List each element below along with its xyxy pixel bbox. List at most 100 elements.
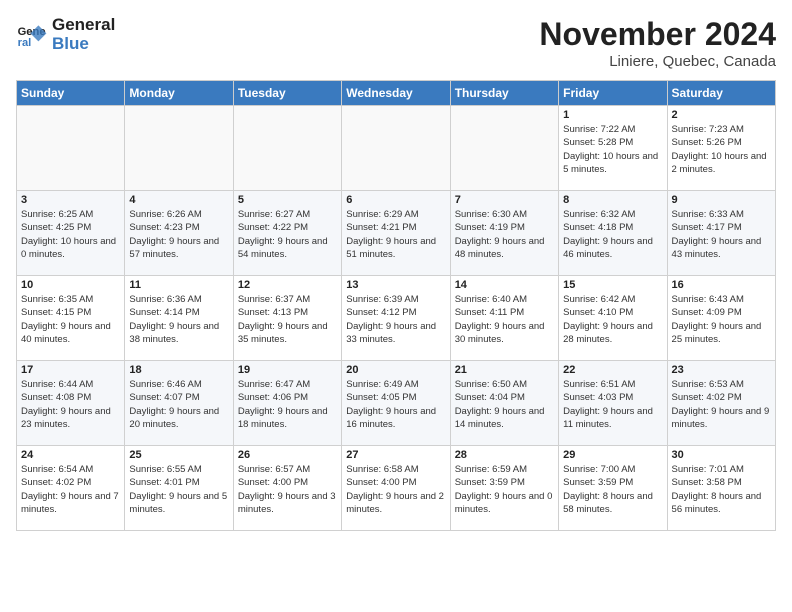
day-cell: 18 Sunrise: 6:46 AM Sunset: 4:07 PM Dayli… (125, 361, 233, 446)
weekday-header-tuesday: Tuesday (233, 81, 341, 106)
day-info: Sunrise: 6:25 AM Sunset: 4:25 PM Dayligh… (21, 208, 120, 261)
day-number: 23 (672, 364, 771, 376)
day-cell: 17 Sunrise: 6:44 AM Sunset: 4:08 PM Dayli… (17, 361, 125, 446)
day-info: Sunrise: 7:00 AM Sunset: 3:59 PM Dayligh… (563, 463, 662, 516)
day-cell: 19Sunrise: 6:47 AM Sunset: 4:06 PM Dayli… (233, 361, 341, 446)
calendar-table: SundayMondayTuesdayWednesdayThursdayFrid… (16, 80, 776, 531)
day-cell: 24Sunrise: 6:54 AM Sunset: 4:02 PM Dayli… (17, 446, 125, 531)
week-row-4: 24Sunrise: 6:54 AM Sunset: 4:02 PM Dayli… (17, 446, 776, 531)
day-cell: 13Sunrise: 6:39 AM Sunset: 4:12 PM Dayli… (342, 276, 450, 361)
day-info: Sunrise: 6:46 AM Sunset: 4:07 PM Dayligh… (129, 378, 228, 431)
header: Gene ral General Blue November 2024 Lini… (16, 16, 776, 70)
week-row-1: 3 Sunrise: 6:25 AM Sunset: 4:25 PM Daylig… (17, 191, 776, 276)
weekday-header-sunday: Sunday (17, 81, 125, 106)
day-info: Sunrise: 6:27 AM Sunset: 4:22 PM Dayligh… (238, 208, 337, 261)
day-number: 4 (129, 194, 228, 206)
day-cell: 4 Sunrise: 6:26 AM Sunset: 4:23 PM Daylig… (125, 191, 233, 276)
day-number: 17 (21, 364, 120, 376)
day-info: Sunrise: 7:22 AM Sunset: 5:28 PM Dayligh… (563, 123, 662, 176)
day-number: 22 (563, 364, 662, 376)
day-cell: 10Sunrise: 6:35 AM Sunset: 4:15 PM Dayli… (17, 276, 125, 361)
day-cell (125, 106, 233, 191)
day-cell: 27 Sunrise: 6:58 AM Sunset: 4:00 PM Dayli… (342, 446, 450, 531)
day-cell: 26Sunrise: 6:57 AM Sunset: 4:00 PM Dayli… (233, 446, 341, 531)
weekday-header-friday: Friday (559, 81, 667, 106)
day-cell (450, 106, 558, 191)
day-number: 12 (238, 279, 337, 291)
day-info: Sunrise: 6:29 AM Sunset: 4:21 PM Dayligh… (346, 208, 445, 261)
day-number: 27 (346, 449, 445, 461)
day-number: 3 (21, 194, 120, 206)
day-number: 30 (672, 449, 771, 461)
day-cell: 30 Sunrise: 7:01 AM Sunset: 3:58 PM Dayli… (667, 446, 775, 531)
weekday-header-saturday: Saturday (667, 81, 775, 106)
day-info: Sunrise: 7:01 AM Sunset: 3:58 PM Dayligh… (672, 463, 771, 516)
day-number: 18 (129, 364, 228, 376)
day-cell (17, 106, 125, 191)
day-cell: 6 Sunrise: 6:29 AM Sunset: 4:21 PM Daylig… (342, 191, 450, 276)
day-info: Sunrise: 6:53 AM Sunset: 4:02 PM Dayligh… (672, 378, 771, 431)
day-cell (233, 106, 341, 191)
day-number: 2 (672, 109, 771, 121)
day-number: 15 (563, 279, 662, 291)
svg-text:ral: ral (18, 37, 32, 49)
day-number: 11 (129, 279, 228, 291)
day-number: 25 (129, 449, 228, 461)
day-cell: 5 Sunrise: 6:27 AM Sunset: 4:22 PM Daylig… (233, 191, 341, 276)
day-cell: 25 Sunrise: 6:55 AM Sunset: 4:01 PM Dayli… (125, 446, 233, 531)
day-info: Sunrise: 6:43 AM Sunset: 4:09 PM Dayligh… (672, 293, 771, 346)
week-row-3: 17 Sunrise: 6:44 AM Sunset: 4:08 PM Dayli… (17, 361, 776, 446)
location-title: Liniere, Quebec, Canada (539, 53, 776, 70)
day-cell: 8Sunrise: 6:32 AM Sunset: 4:18 PM Daylig… (559, 191, 667, 276)
week-row-2: 10Sunrise: 6:35 AM Sunset: 4:15 PM Dayli… (17, 276, 776, 361)
day-info: Sunrise: 6:39 AM Sunset: 4:12 PM Dayligh… (346, 293, 445, 346)
day-cell: 7 Sunrise: 6:30 AM Sunset: 4:19 PM Daylig… (450, 191, 558, 276)
day-info: Sunrise: 6:59 AM Sunset: 3:59 PM Dayligh… (455, 463, 554, 516)
day-info: Sunrise: 6:40 AM Sunset: 4:11 PM Dayligh… (455, 293, 554, 346)
day-info: Sunrise: 6:30 AM Sunset: 4:19 PM Dayligh… (455, 208, 554, 261)
day-info: Sunrise: 6:50 AM Sunset: 4:04 PM Dayligh… (455, 378, 554, 431)
day-number: 21 (455, 364, 554, 376)
day-cell: 11 Sunrise: 6:36 AM Sunset: 4:14 PM Dayli… (125, 276, 233, 361)
day-cell: 22 Sunrise: 6:51 AM Sunset: 4:03 PM Dayli… (559, 361, 667, 446)
day-info: Sunrise: 6:58 AM Sunset: 4:00 PM Dayligh… (346, 463, 445, 516)
day-info: Sunrise: 6:36 AM Sunset: 4:14 PM Dayligh… (129, 293, 228, 346)
day-number: 1 (563, 109, 662, 121)
day-cell: 12 Sunrise: 6:37 AM Sunset: 4:13 PM Dayli… (233, 276, 341, 361)
day-number: 14 (455, 279, 554, 291)
day-number: 5 (238, 194, 337, 206)
day-cell: 15Sunrise: 6:42 AM Sunset: 4:10 PM Dayli… (559, 276, 667, 361)
day-info: Sunrise: 6:26 AM Sunset: 4:23 PM Dayligh… (129, 208, 228, 261)
weekday-header-monday: Monday (125, 81, 233, 106)
day-info: Sunrise: 6:54 AM Sunset: 4:02 PM Dayligh… (21, 463, 120, 516)
weekday-header-thursday: Thursday (450, 81, 558, 106)
day-cell: 28 Sunrise: 6:59 AM Sunset: 3:59 PM Dayli… (450, 446, 558, 531)
day-cell: 23 Sunrise: 6:53 AM Sunset: 4:02 PM Dayli… (667, 361, 775, 446)
day-number: 29 (563, 449, 662, 461)
day-info: Sunrise: 6:44 AM Sunset: 4:08 PM Dayligh… (21, 378, 120, 431)
day-info: Sunrise: 6:33 AM Sunset: 4:17 PM Dayligh… (672, 208, 771, 261)
logo-text-line2: Blue (52, 35, 115, 54)
day-number: 28 (455, 449, 554, 461)
month-title: November 2024 (539, 16, 776, 53)
day-cell: 21 Sunrise: 6:50 AM Sunset: 4:04 PM Dayli… (450, 361, 558, 446)
title-block: November 2024 Liniere, Quebec, Canada (539, 16, 776, 70)
day-info: Sunrise: 6:35 AM Sunset: 4:15 PM Dayligh… (21, 293, 120, 346)
weekday-header-row: SundayMondayTuesdayWednesdayThursdayFrid… (17, 81, 776, 106)
day-number: 6 (346, 194, 445, 206)
day-number: 7 (455, 194, 554, 206)
day-info: Sunrise: 6:51 AM Sunset: 4:03 PM Dayligh… (563, 378, 662, 431)
day-cell: 16 Sunrise: 6:43 AM Sunset: 4:09 PM Dayli… (667, 276, 775, 361)
day-info: Sunrise: 6:32 AM Sunset: 4:18 PM Dayligh… (563, 208, 662, 261)
day-info: Sunrise: 6:55 AM Sunset: 4:01 PM Dayligh… (129, 463, 228, 516)
day-cell: 14 Sunrise: 6:40 AM Sunset: 4:11 PM Dayli… (450, 276, 558, 361)
day-info: Sunrise: 7:23 AM Sunset: 5:26 PM Dayligh… (672, 123, 771, 176)
day-number: 26 (238, 449, 337, 461)
day-number: 19 (238, 364, 337, 376)
day-info: Sunrise: 6:37 AM Sunset: 4:13 PM Dayligh… (238, 293, 337, 346)
weekday-header-wednesday: Wednesday (342, 81, 450, 106)
day-cell: 1 Sunrise: 7:22 AM Sunset: 5:28 PM Daylig… (559, 106, 667, 191)
logo: Gene ral General Blue (16, 16, 115, 53)
day-cell: 9Sunrise: 6:33 AM Sunset: 4:17 PM Daylig… (667, 191, 775, 276)
day-number: 16 (672, 279, 771, 291)
